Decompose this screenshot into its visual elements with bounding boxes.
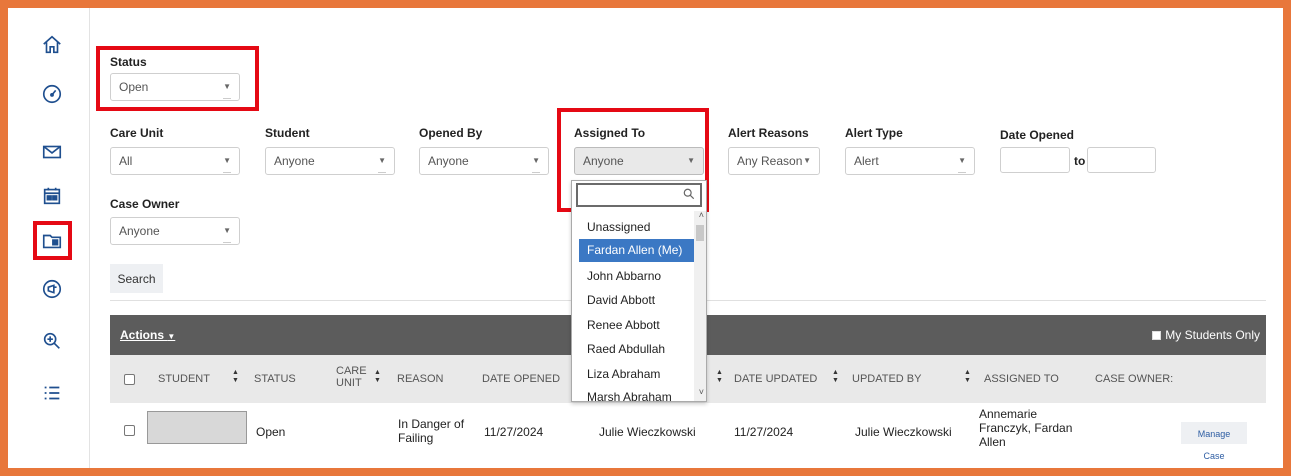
announcements-icon[interactable] xyxy=(41,278,63,300)
header-reason[interactable]: REASON xyxy=(397,373,443,385)
header-care-unit-line2[interactable]: UNIT xyxy=(336,377,362,389)
sort-opened-by-icon[interactable]: ▲ ▼ xyxy=(716,369,723,385)
student-label: Student xyxy=(265,126,310,140)
manage-case-button[interactable]: Manage Case xyxy=(1181,422,1247,461)
actions-label: Actions xyxy=(120,328,165,342)
cell-date-opened: 11/27/2024 xyxy=(484,425,544,439)
cell-opened-by: Julie Wieczkowski xyxy=(599,425,696,439)
cell-assigned-line2: Franczyk, Fardan xyxy=(979,421,1073,435)
status-value: Open xyxy=(119,80,149,94)
student-name-redacted[interactable] xyxy=(147,411,247,444)
sort-date-updated-icon[interactable]: ▲ ▼ xyxy=(832,369,839,385)
header-status[interactable]: STATUS xyxy=(254,373,296,385)
chevron-down-icon: ▼ xyxy=(378,156,386,165)
home-icon[interactable] xyxy=(41,34,63,56)
search-icon xyxy=(683,188,695,200)
date-to-label: to xyxy=(1074,154,1086,168)
calendar-icon[interactable] xyxy=(41,185,63,207)
row-checkbox[interactable] xyxy=(124,425,135,436)
sidebar xyxy=(8,8,90,468)
dropdown-option-selected[interactable]: Fardan Allen (Me) xyxy=(579,239,699,262)
dropdown-search-input[interactable] xyxy=(576,183,702,207)
dropdown-option[interactable]: Marsh Abraham xyxy=(579,386,699,401)
assigned-to-value: Anyone xyxy=(583,154,624,168)
mail-icon[interactable] xyxy=(41,141,63,163)
student-select[interactable]: Anyone ▼ xyxy=(265,147,395,175)
chevron-down-icon: ▼ xyxy=(223,226,231,235)
dropdown-scroll-thumb[interactable] xyxy=(696,225,704,241)
alert-type-value: Alert xyxy=(854,154,879,168)
app-frame: Status Open ▼ Care Unit Student Opened B… xyxy=(8,8,1283,468)
my-students-checkbox[interactable] xyxy=(1152,330,1162,340)
chevron-down-icon: ▼ xyxy=(223,156,231,165)
cases-folder-icon[interactable] xyxy=(41,230,63,252)
table-row: Open In Danger of Failing 11/27/2024 Jul… xyxy=(110,403,1266,461)
chevron-down-icon: ▼ xyxy=(687,156,695,165)
dropdown-option[interactable]: Renee Abbott xyxy=(579,314,699,337)
alert-type-select[interactable]: Alert ▼ xyxy=(845,147,975,175)
header-care-unit-line1[interactable]: CARE xyxy=(336,365,367,377)
care-unit-label: Care Unit xyxy=(110,126,164,140)
header-updated-by[interactable]: UPDATED BY xyxy=(852,373,921,385)
sort-updated-by-icon[interactable]: ▲ ▼ xyxy=(964,369,971,385)
sort-care-unit-icon[interactable]: ▲ ▼ xyxy=(374,369,381,385)
my-students-only-toggle[interactable]: My Students Only xyxy=(1152,328,1260,342)
care-unit-select[interactable]: All ▼ xyxy=(110,147,240,175)
chevron-down-icon: ▼ xyxy=(958,156,966,165)
header-date-updated[interactable]: DATE UPDATED xyxy=(734,373,817,385)
assigned-to-select[interactable]: Anyone ▼ xyxy=(574,147,704,175)
cell-updated-by: Julie Wieczkowski xyxy=(855,425,952,439)
dashboard-icon[interactable] xyxy=(41,83,63,105)
dropdown-option[interactable]: David Abbott xyxy=(579,289,699,312)
status-select[interactable]: Open ▼ xyxy=(110,73,240,101)
actions-menu[interactable]: Actions ▼ xyxy=(120,328,175,342)
scroll-up-icon[interactable]: ˄ xyxy=(699,210,704,220)
cell-date-updated: 11/27/2024 xyxy=(734,425,794,439)
chevron-down-icon: ▼ xyxy=(223,82,231,91)
alert-reasons-label: Alert Reasons xyxy=(728,126,809,140)
dropdown-option[interactable]: Raed Abdullah xyxy=(579,338,699,361)
cell-status: Open xyxy=(256,425,286,439)
alert-reasons-select[interactable]: Any Reason ▼ xyxy=(728,147,820,175)
alert-reasons-value: Any Reason xyxy=(737,154,803,168)
list-icon[interactable] xyxy=(41,382,63,404)
dropdown-option[interactable]: John Abbarno xyxy=(579,265,699,288)
case-owner-label: Case Owner xyxy=(110,197,180,211)
assigned-to-label: Assigned To xyxy=(574,126,646,140)
search-button[interactable]: Search xyxy=(110,264,163,293)
cell-assigned-line3: Allen xyxy=(979,435,1006,449)
header-student[interactable]: STUDENT xyxy=(158,373,210,385)
sort-student-icon[interactable]: ▲ ▼ xyxy=(232,369,239,385)
chevron-down-icon: ▼ xyxy=(803,156,811,165)
header-assigned-to[interactable]: ASSIGNED TO xyxy=(984,373,1059,385)
dropdown-option[interactable]: Liza Abraham xyxy=(579,363,699,386)
case-owner-value: Anyone xyxy=(119,224,160,238)
alert-type-label: Alert Type xyxy=(845,126,903,140)
opened-by-value: Anyone xyxy=(428,154,469,168)
case-owner-select[interactable]: Anyone ▼ xyxy=(110,217,240,245)
my-students-label: My Students Only xyxy=(1165,328,1260,342)
student-value: Anyone xyxy=(274,154,315,168)
cell-assigned-line1: Annemarie xyxy=(979,407,1038,421)
date-opened-label: Date Opened xyxy=(1000,128,1075,142)
zoom-search-icon[interactable] xyxy=(41,330,63,352)
opened-by-select[interactable]: Anyone ▼ xyxy=(419,147,549,175)
opened-by-label: Opened By xyxy=(419,126,483,140)
header-date-opened[interactable]: DATE OPENED xyxy=(482,373,560,385)
scroll-down-icon[interactable]: ˅ xyxy=(699,387,704,397)
caret-down-icon: ▼ xyxy=(167,332,176,341)
cell-reason-line2: Failing xyxy=(398,431,434,445)
select-all-checkbox[interactable] xyxy=(124,374,135,385)
dropdown-option[interactable]: Unassigned xyxy=(579,216,699,239)
care-unit-value: All xyxy=(119,154,133,168)
status-label: Status xyxy=(110,55,147,69)
assigned-to-dropdown: Unassigned Fardan Allen (Me) John Abbarn… xyxy=(571,180,707,402)
chevron-down-icon: ▼ xyxy=(532,156,540,165)
date-opened-to-input[interactable] xyxy=(1087,147,1156,173)
cell-reason-line1: In Danger of xyxy=(398,417,465,431)
date-opened-from-input[interactable] xyxy=(1000,147,1070,173)
header-case-owner[interactable]: CASE OWNER: xyxy=(1095,373,1173,385)
